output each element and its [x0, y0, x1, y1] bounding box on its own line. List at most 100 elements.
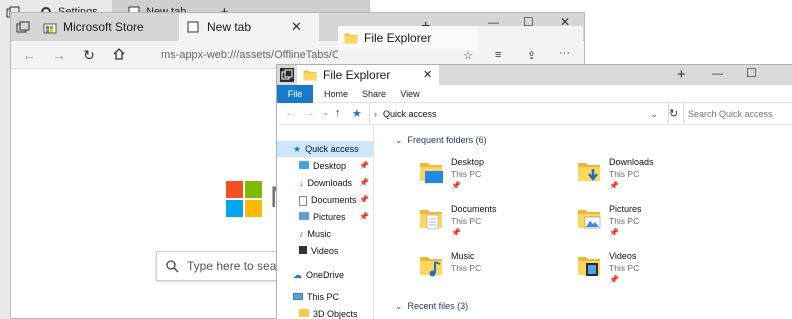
- frequent-folders-header[interactable]: ⌄ Frequent folders (6): [395, 135, 487, 146]
- pin-icon: 📌: [609, 181, 619, 190]
- section-label: Frequent folders (6): [407, 135, 487, 145]
- pin-icon: 📌: [359, 212, 369, 221]
- folder-tile-downloads[interactable]: Downloads This PC 📌: [577, 157, 697, 199]
- nav-label: Documents: [311, 195, 357, 205]
- nav-label: Quick access: [305, 144, 359, 154]
- folder-tile-desktop[interactable]: Desktop This PC 📌: [419, 157, 539, 199]
- nav-item-pictures[interactable]: Pictures 📌: [277, 209, 373, 225]
- reading-list-icon[interactable]: ≡: [495, 49, 501, 61]
- folder-location: This PC: [451, 216, 482, 226]
- folder-tile-music[interactable]: Music This PC: [419, 251, 539, 293]
- nav-label: OneDrive: [306, 270, 345, 280]
- recent-locations-icon[interactable]: ⌄: [322, 107, 330, 118]
- ribbon-tab-view[interactable]: View: [395, 85, 425, 103]
- store-bag-icon: [43, 23, 57, 34]
- download-folder-icon: [578, 163, 600, 182]
- maximize-icon[interactable]: ☐: [523, 15, 534, 29]
- desktop-folder-icon: [420, 163, 443, 183]
- film-icon: [299, 246, 307, 254]
- refresh-icon[interactable]: ↻: [81, 47, 97, 63]
- nav-item-videos[interactable]: Videos: [277, 243, 373, 259]
- ribbon-tab-file[interactable]: File: [277, 85, 313, 103]
- recent-files-header[interactable]: ⌄ Recent files (3): [395, 301, 468, 312]
- pin-icon: 📌: [451, 228, 461, 237]
- folder-tile-pictures[interactable]: Pictures This PC 📌: [577, 204, 697, 246]
- nav-item-3d-objects[interactable]: 3D Objects: [277, 306, 373, 319]
- back-arrow-icon[interactable]: ←: [285, 107, 296, 119]
- chevron-down-icon[interactable]: ⌄: [650, 103, 658, 125]
- nav-label: Desktop: [313, 161, 347, 171]
- pictures-folder-icon: [578, 210, 601, 229]
- chevron-right-icon: ›: [374, 109, 377, 119]
- ribbon-tabs: File Home Share View: [277, 85, 792, 103]
- folder-name: Documents: [451, 204, 497, 214]
- tab-stack-icon: [16, 21, 30, 33]
- tab-new-tab-label: New tab: [207, 20, 252, 34]
- fe-tab-label: File Explorer: [323, 68, 391, 82]
- forward-arrow-icon[interactable]: →: [51, 47, 67, 63]
- back-arrow-icon[interactable]: ←: [21, 47, 37, 63]
- folder-tile-videos[interactable]: Videos This PC 📌: [577, 251, 697, 293]
- floating-toolbar: ☆ ≡ ⇪ ···: [338, 47, 583, 64]
- folder-location: This PC: [451, 169, 482, 179]
- floating-file-explorer-tab[interactable]: File Explorer: [338, 26, 478, 50]
- close-tab-icon[interactable]: ✕: [291, 19, 302, 35]
- nav-item-quick-access[interactable]: ★ Quick access: [277, 141, 373, 157]
- folder-icon: [299, 309, 309, 317]
- folder-location: This PC: [609, 216, 640, 226]
- refresh-icon[interactable]: ↻: [669, 107, 678, 120]
- tab-microsoft-store[interactable]: Microsoft Store: [37, 13, 177, 41]
- pin-icon: 📌: [359, 161, 369, 170]
- nav-item-desktop[interactable]: Desktop 📌: [277, 158, 373, 174]
- cloud-icon: ☁: [293, 270, 302, 280]
- ribbon-tab-home[interactable]: Home: [321, 85, 351, 103]
- tab-actions-button[interactable]: [11, 13, 33, 41]
- maximize-icon[interactable]: ☐: [746, 66, 757, 80]
- pin-icon: 📌: [359, 195, 369, 204]
- section-label: Recent files (3): [407, 301, 469, 311]
- music-folder-icon: [420, 257, 442, 277]
- nav-label: 3D Objects: [313, 309, 358, 319]
- folder-tile-documents[interactable]: Documents This PC 📌: [419, 204, 539, 246]
- minimize-icon[interactable]: —: [488, 17, 499, 29]
- home-icon[interactable]: [111, 47, 127, 63]
- nav-item-music[interactable]: ♪ Music: [277, 226, 373, 242]
- folder-location: This PC: [451, 263, 482, 273]
- tab-actions-button[interactable]: [280, 68, 294, 82]
- pin-icon: 📌: [609, 275, 619, 284]
- minimize-icon[interactable]: —: [712, 68, 723, 80]
- page-icon: [187, 21, 199, 33]
- nav-item-this-pc[interactable]: This PC: [277, 289, 373, 305]
- floating-tab-label: File Explorer: [364, 31, 432, 45]
- tab-microsoft-store-label: Microsoft Store: [63, 20, 144, 34]
- folder-icon: [303, 70, 317, 81]
- close-tab-icon[interactable]: ✕: [423, 68, 432, 81]
- folder-name: Downloads: [609, 157, 654, 167]
- folder-name: Pictures: [609, 204, 642, 214]
- new-tab-button[interactable]: +: [677, 66, 686, 83]
- chevron-down-icon: ⌄: [395, 135, 403, 145]
- ribbon-tab-share[interactable]: Share: [359, 85, 389, 103]
- nav-label: Music: [307, 229, 332, 239]
- folder-name: Music: [451, 251, 475, 261]
- tab-file-explorer[interactable]: File Explorer ✕: [297, 65, 439, 85]
- nav-label: Downloads: [307, 178, 353, 188]
- close-window-icon[interactable]: ✕: [560, 15, 570, 29]
- fe-address-row: ← → ⌄ ↑ ★ › Quick access ⌄ ↻ Search Quick…: [277, 103, 792, 125]
- folder-icon: [344, 33, 358, 44]
- search-icon: [166, 260, 179, 273]
- more-icon[interactable]: ···: [559, 47, 570, 59]
- share-icon[interactable]: ⇪: [527, 49, 536, 62]
- tab-new-tab-active[interactable]: New tab ✕: [179, 13, 319, 41]
- favorites-icon[interactable]: ☆: [463, 49, 473, 62]
- breadcrumb[interactable]: › Quick access ⌄: [369, 103, 669, 125]
- nav-item-documents[interactable]: Documents 📌: [277, 192, 373, 208]
- desktop-icon: [299, 161, 309, 169]
- fe-search-input[interactable]: Search Quick access: [683, 103, 792, 125]
- nav-item-downloads[interactable]: ↓ Downloads 📌: [277, 175, 373, 191]
- nav-item-onedrive[interactable]: ☁ OneDrive: [277, 267, 373, 283]
- forward-arrow-icon[interactable]: →: [304, 107, 315, 119]
- up-arrow-icon[interactable]: ↑: [335, 107, 341, 119]
- web-search-input[interactable]: Type here to search: [156, 251, 296, 281]
- music-note-icon: ♪: [299, 229, 304, 239]
